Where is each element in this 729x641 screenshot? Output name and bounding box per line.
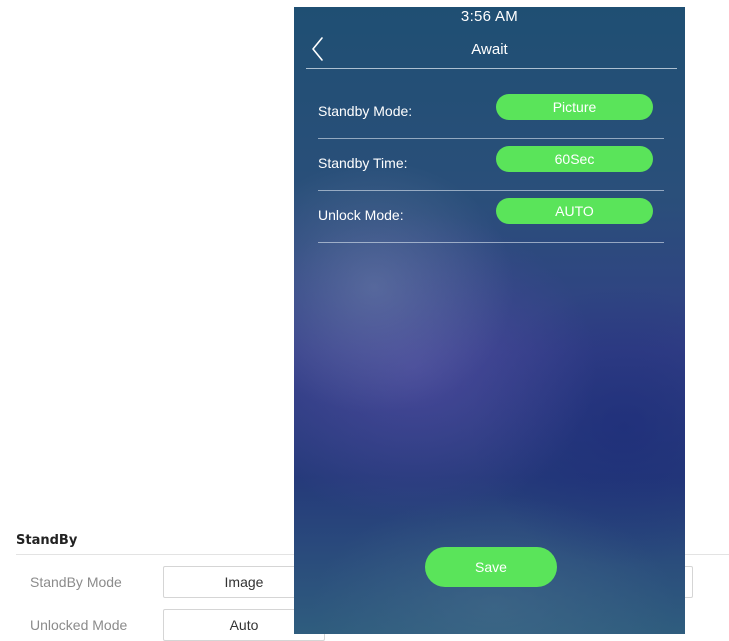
unlock-mode-pill-button[interactable]: AUTO <box>496 198 653 224</box>
setting-row-standby-mode: Standby Mode: Picture <box>318 87 664 139</box>
device-screen: 3:56 AM Await Standby Mode: Picture Stan… <box>294 7 685 634</box>
save-button[interactable]: Save <box>425 547 557 587</box>
unlock-mode-row-label: Unlock Mode: <box>318 207 404 223</box>
screen-title: Await <box>471 41 508 58</box>
row-divider <box>318 242 664 243</box>
standby-time-pill-button[interactable]: 60Sec <box>496 146 653 172</box>
section-title: StandBy <box>16 533 78 548</box>
header-divider <box>306 68 677 69</box>
setting-row-unlock-mode: Unlock Mode: AUTO <box>318 191 664 243</box>
standby-time-row-label: Standby Time: <box>318 155 408 171</box>
setting-row-standby-time: Standby Time: 60Sec <box>318 139 664 191</box>
standby-mode-label: StandBy Mode <box>30 574 122 590</box>
standby-mode-pill-button[interactable]: Picture <box>496 94 653 120</box>
standby-mode-row-label: Standby Mode: <box>318 103 413 119</box>
status-bar-time: 3:56 AM <box>460 8 519 25</box>
unlocked-mode-label: Unlocked Mode <box>30 617 128 633</box>
